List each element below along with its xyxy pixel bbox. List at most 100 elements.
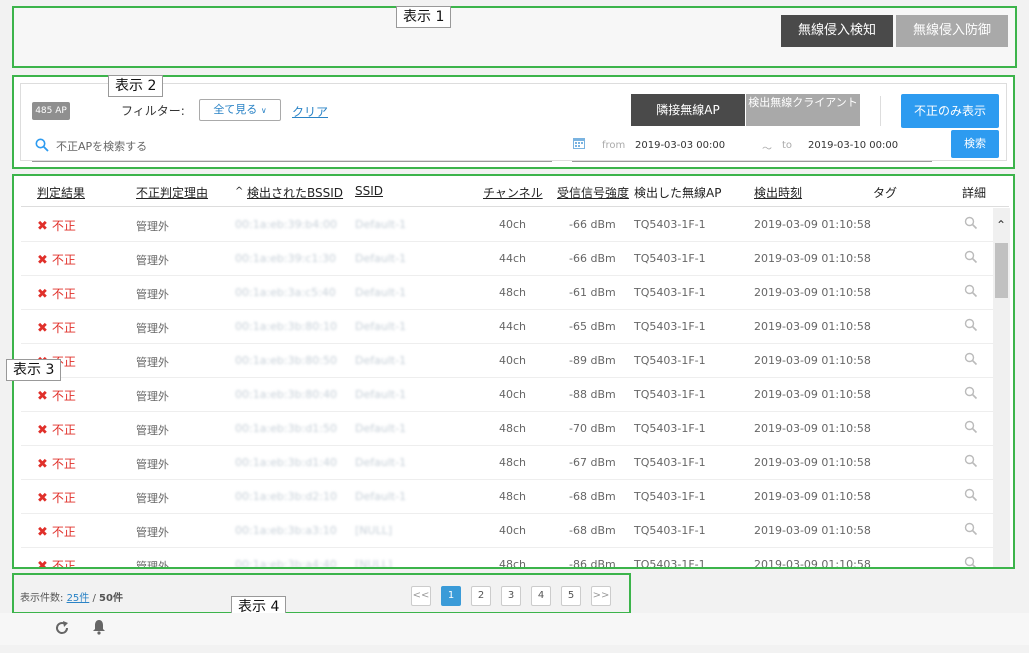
reason-cell: 管理外 <box>136 458 169 471</box>
time-cell: 2019-03-09 01:10:58 <box>754 422 871 435</box>
rogue-x-icon: ✖ <box>37 423 48 438</box>
from-datetime[interactable]: 2019-03-03 00:00 <box>635 140 725 151</box>
detail-search-icon[interactable] <box>964 250 978 264</box>
detector-cell: TQ5403-1F-1 <box>634 286 706 299</box>
time-cell: 2019-03-09 01:10:58 <box>754 524 871 537</box>
table-row[interactable]: ✖ 不正 管理外 00:1a:eb:3b:d1:40 Default-1 48ch -67 … <box>21 446 993 480</box>
rogue-x-icon: ✖ <box>37 321 48 336</box>
table-row[interactable]: ✖ 不正 管理外 00:1a:eb:3b:80:10 Default-1 44ch -65 … <box>21 310 993 344</box>
detector-cell: TQ5403-1F-1 <box>634 252 706 265</box>
to-datetime[interactable]: 2019-03-10 00:00 <box>808 140 898 151</box>
detector-cell: TQ5403-1F-1 <box>634 388 706 401</box>
page-button[interactable]: 3 <box>501 586 521 606</box>
detail-search-icon[interactable] <box>964 216 978 230</box>
verdict-cell: ✖不正 <box>37 217 76 234</box>
verdict-text: 不正 <box>51 219 76 233</box>
col-time[interactable]: 検出時刻 <box>754 184 802 201</box>
scroll-up-icon[interactable]: ⌃ <box>996 218 1006 232</box>
verdict-cell: ✖不正 <box>37 285 76 302</box>
verdict-text: 不正 <box>51 321 76 335</box>
col-reason[interactable]: 不正判定理由 <box>136 184 208 201</box>
col-channel[interactable]: チャンネル <box>483 184 543 201</box>
ssid-cell: Default-1 <box>355 388 407 401</box>
total-count: 50件 <box>99 593 123 604</box>
detail-search-icon[interactable] <box>964 556 978 568</box>
table-row[interactable]: ✖ 不正 管理外 00:1a:eb:3b:d2:10 Default-1 48ch -68 … <box>21 480 993 514</box>
rssi-cell: -65 dBm <box>569 320 616 333</box>
rssi-cell: -70 dBm <box>569 422 616 435</box>
verdict-text: 不正 <box>51 457 76 471</box>
table-row[interactable]: ✖ 不正 管理外 00:1a:eb:3b:a4:40 [NULL] 48ch -86 dBm… <box>21 548 993 568</box>
detail-search-icon[interactable] <box>964 454 978 468</box>
col-rssi[interactable]: 受信信号強度 <box>557 184 629 201</box>
footer-bar <box>0 613 1029 645</box>
table-row[interactable]: ✖ 不正 管理外 00:1a:eb:3b:80:40 Default-1 40ch -88 … <box>21 378 993 412</box>
page-size-label: 表示件数: <box>20 593 64 604</box>
detail-search-icon[interactable] <box>964 284 978 298</box>
bell-icon[interactable] <box>92 619 106 635</box>
refresh-icon[interactable] <box>54 620 70 636</box>
col-verdict[interactable]: 判定結果 <box>37 184 85 201</box>
bssid-cell: 00:1a:eb:39:c1:30 <box>235 252 337 265</box>
intrusion-detection-tab[interactable]: 無線侵入検知 <box>781 15 893 47</box>
reason-cell: 管理外 <box>136 220 169 233</box>
pagination-area: 表示件数: 25件 / 50件 << 1 2 3 4 5 >> <box>12 573 631 614</box>
page-button[interactable]: 2 <box>471 586 491 606</box>
table-row[interactable]: ✖ 不正 管理外 00:1a:eb:3b:a3:10 [NULL] 40ch -68 dBm… <box>21 514 993 548</box>
detail-search-icon[interactable] <box>964 386 978 400</box>
vertical-scrollbar[interactable]: ⌃ ⌄ <box>993 208 1010 567</box>
rssi-cell: -66 dBm <box>569 218 616 231</box>
time-cell: 2019-03-09 01:10:58 <box>754 320 871 333</box>
table-row[interactable]: ✖ 不正 管理外 00:1a:eb:39:b4:00 Default-1 40ch -66 … <box>21 208 993 242</box>
col-ssid[interactable]: SSID <box>355 184 383 198</box>
detail-search-icon[interactable] <box>964 522 978 536</box>
page-button[interactable]: 4 <box>531 586 551 606</box>
search-field[interactable]: 不正APを検索する <box>32 130 552 162</box>
detail-search-icon[interactable] <box>964 420 978 434</box>
detail-search-icon[interactable] <box>964 352 978 366</box>
detected-client-tab[interactable]: 検出無線クライアント <box>746 94 860 126</box>
ssid-cell: Default-1 <box>355 422 407 435</box>
page-button[interactable]: 1 <box>441 586 461 606</box>
rssi-cell: -88 dBm <box>569 388 616 401</box>
search-button[interactable]: 検索 <box>951 130 999 158</box>
reason-cell: 管理外 <box>136 526 169 539</box>
search-input[interactable]: 不正APを検索する <box>56 138 147 154</box>
detail-search-icon[interactable] <box>964 318 978 332</box>
table-row[interactable]: ✖ 不正 管理外 00:1a:eb:3b:d1:50 Default-1 48ch -70 … <box>21 412 993 446</box>
time-cell: 2019-03-09 01:10:58 <box>754 490 871 503</box>
neighbor-ap-tab[interactable]: 隣接無線AP <box>631 94 745 126</box>
range-tilde: ～ <box>762 144 772 155</box>
channel-cell: 48ch <box>499 490 527 503</box>
channel-cell: 44ch <box>499 252 527 265</box>
show-rogue-only-button[interactable]: 不正のみ表示 <box>901 94 999 128</box>
time-cell: 2019-03-09 01:10:58 <box>754 354 871 367</box>
filter-label: フィルター: <box>121 104 185 118</box>
prev-page-button[interactable]: << <box>411 586 431 606</box>
detail-search-icon[interactable] <box>964 488 978 502</box>
table-row[interactable]: ✖不正管理外00:1a:eb:3b:80:50Default-140ch-89 … <box>21 344 993 378</box>
verdict-text: 不正 <box>51 389 76 403</box>
scroll-down-icon[interactable]: ⌄ <box>996 563 1006 567</box>
detector-cell: TQ5403-1F-1 <box>634 490 706 503</box>
channel-cell: 48ch <box>499 456 527 469</box>
detector-cell: TQ5403-1F-1 <box>634 218 706 231</box>
col-bssid[interactable]: 検出されたBSSID <box>247 184 343 201</box>
page-size-select[interactable]: 25件 <box>67 593 90 604</box>
detector-cell: TQ5403-1F-1 <box>634 558 706 568</box>
next-page-button[interactable]: >> <box>591 586 611 606</box>
page-button[interactable]: 5 <box>561 586 581 606</box>
clear-filter-link[interactable]: クリア <box>292 103 328 120</box>
date-range-field[interactable]: from 2019-03-03 00:00 ～ to 2019-03-10 00… <box>572 130 932 162</box>
table-row[interactable]: ✖ 不正 管理外 00:1a:eb:3a:c5:40 Default-1 48ch -61 … <box>21 276 993 310</box>
verdict-text: 不正 <box>51 423 76 437</box>
rogue-x-icon: ✖ <box>37 389 48 404</box>
channel-cell: 48ch <box>499 286 527 299</box>
intrusion-prevention-tab[interactable]: 無線侵入防御 <box>896 15 1008 47</box>
table-row[interactable]: ✖ 不正 管理外 00:1a:eb:39:c1:30 Default-1 44ch -66 … <box>21 242 993 276</box>
time-cell: 2019-03-09 01:10:58 <box>754 218 871 231</box>
ssid-cell: Default-1 <box>355 456 407 469</box>
filter-dropdown[interactable]: 全て見る ∨ <box>199 99 281 121</box>
time-cell: 2019-03-09 01:10:58 <box>754 286 871 299</box>
scroll-thumb[interactable] <box>995 243 1008 298</box>
